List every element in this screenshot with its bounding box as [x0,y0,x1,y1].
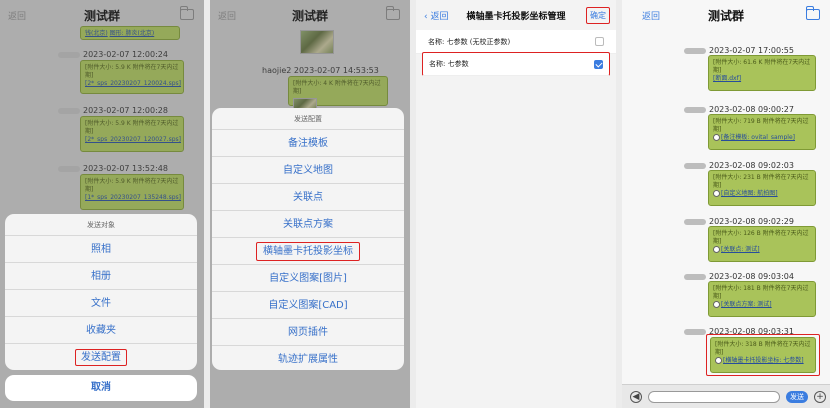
sheet-title: 发送配置 [294,115,322,123]
sheet-item-album[interactable]: 相册 [5,262,197,289]
screen-chat: 返回 测试群 2023-02-07 17:00:55 [附件大小: 61.6 K… [622,0,830,408]
message-time: 2023-02-08 09:02:29 [684,217,794,226]
sheet-item-note-template[interactable]: 备注模板 [212,129,404,156]
message-bubble[interactable]: [附件大小: 719 B 附件将在7天内过期] [备注模板: ovital_sa… [708,114,816,150]
highlight-send-config: 发送配置 [75,349,127,366]
nav-bar: ‹ 返回 横轴墨卡托投影坐标管理 确定 [416,0,616,30]
message-time: 2023-02-08 09:02:03 [684,161,794,170]
attachment-info: [附件大小: 719 B 附件将在7天内过期] [713,118,809,134]
highlight-utm: 横轴墨卡托投影坐标 [256,242,360,261]
attachment-info: [附件大小: 318 B 附件将在7天内过期] [715,341,811,357]
message-time: 2023-02-08 09:00:27 [684,105,794,114]
sheet-item-linked-scheme[interactable]: 关联点方案 [212,210,404,237]
item-label: 名称: 七参数 [429,60,469,68]
attachment-link[interactable]: [关联点方案: 测试] [713,301,811,309]
sheet-item-file[interactable]: 文件 [5,289,197,316]
attachment-info: [附件大小: 61.6 K 附件将在7天内过期] [713,59,811,75]
screen-send-config: 返回 测试群 haojie2 2023-02-07 14:53:53 [附件大小… [210,0,410,408]
message-time: 2023-02-08 09:03:04 [684,272,794,281]
send-button[interactable]: 发送 [786,391,808,403]
attachment-info: [附件大小: 181 B 附件将在7天内过期] [713,285,809,301]
avatar [684,162,706,169]
nav-bar: 返回 测试群 [622,0,830,30]
avatar [684,273,706,280]
sheet-item-favorites[interactable]: 收藏夹 [5,316,197,343]
back-button[interactable]: 返回 [642,9,660,22]
radio-icon [713,246,720,254]
attachment-link[interactable]: [自定义地图: 航拍图] [713,190,811,198]
message-bubble[interactable]: [附件大小: 126 B 附件将在7天内过期] [关联点: 测试] [708,226,816,262]
sheet-item-camera[interactable]: 照相 [5,235,197,262]
item-label: 名称: 七参数 (无校正参数) [428,37,511,46]
message-bubble[interactable]: [附件大小: 318 B 附件将在7天内过期] [横轴墨卡托投影坐标: 七参数] [710,337,816,373]
attachment-info: [附件大小: 126 B 附件将在7天内过期] [713,230,809,246]
avatar [684,328,706,335]
checkbox-checked[interactable] [594,59,603,69]
sheet-item-send-config[interactable]: 发送配置 [5,343,197,370]
back-button[interactable]: ‹ 返回 [424,9,448,22]
sheet-item-custom-pattern-image[interactable]: 自定义图案[图片] [212,264,404,291]
attachment-link[interactable]: [横轴墨卡托投影坐标: 七参数] [715,357,811,365]
radio-icon [713,301,720,309]
message-time: 2023-02-07 17:00:55 [684,46,794,55]
action-sheet: 发送对象 照相 相册 文件 收藏夹 发送配置 [5,214,197,370]
attachment-link[interactable]: [备注模板: ovital_sample] [713,134,811,142]
attachment-info: [附件大小: 231 B 附件将在7天内过期] [713,174,809,190]
attachment-link[interactable]: [断面.dxf] [713,75,811,83]
cancel-button[interactable]: 取消 [5,375,197,401]
checkbox[interactable] [595,37,604,46]
chat-title: 测试群 [707,8,744,23]
sheet-item-custom-pattern-cad[interactable]: 自定义图案[CAD] [212,291,404,318]
sheet-item-web-plugin[interactable]: 网页插件 [212,318,404,345]
sheet-title: 发送对象 [87,221,115,229]
list-item[interactable]: 名称: 七参数 (无校正参数) [416,30,616,54]
screen-utm-manager: ‹ 返回 横轴墨卡托投影坐标管理 确定 名称: 七参数 (无校正参数) 名称: … [416,0,616,408]
folder-icon[interactable] [806,6,820,20]
sheet-item-linked-point[interactable]: 关联点 [212,183,404,210]
message-input[interactable] [648,391,780,403]
sheet-item-utm-coordinates[interactable]: 横轴墨卡托投影坐标 [212,237,404,264]
message-bubble[interactable]: [附件大小: 61.6 K 附件将在7天内过期] [断面.dxf] [708,55,816,91]
avatar [684,106,706,113]
sheet-item-custom-map[interactable]: 自定义地图 [212,156,404,183]
screen-send-target: 返回 测试群 钱(北京) 图形: 肺炎(北京) 2023-02-07 12:00… [0,0,204,408]
back-arrow-icon[interactable]: ◀ [630,391,642,403]
list-item[interactable]: 名称: 七参数 [422,52,610,76]
action-sheet: 发送配置 备注模板 自定义地图 关联点 关联点方案 横轴墨卡托投影坐标 自定义图… [212,108,404,370]
message-bubble[interactable]: [附件大小: 181 B 附件将在7天内过期] [关联点方案: 测试] [708,281,816,317]
plus-icon[interactable]: + [814,391,826,403]
radio-icon [713,134,720,142]
sheet-item-track-extension[interactable]: 轨迹扩展属性 [212,345,404,370]
avatar [684,47,706,54]
page-title: 横轴墨卡托投影坐标管理 [466,11,566,22]
radio-icon [715,357,722,365]
radio-icon [713,190,720,198]
confirm-button[interactable]: 确定 [586,7,610,24]
message-bubble[interactable]: [附件大小: 231 B 附件将在7天内过期] [自定义地图: 航拍图] [708,170,816,206]
input-toolbar: ◀ 发送 + [622,384,830,408]
attachment-link[interactable]: [关联点: 测试] [713,246,811,254]
avatar [684,218,706,225]
